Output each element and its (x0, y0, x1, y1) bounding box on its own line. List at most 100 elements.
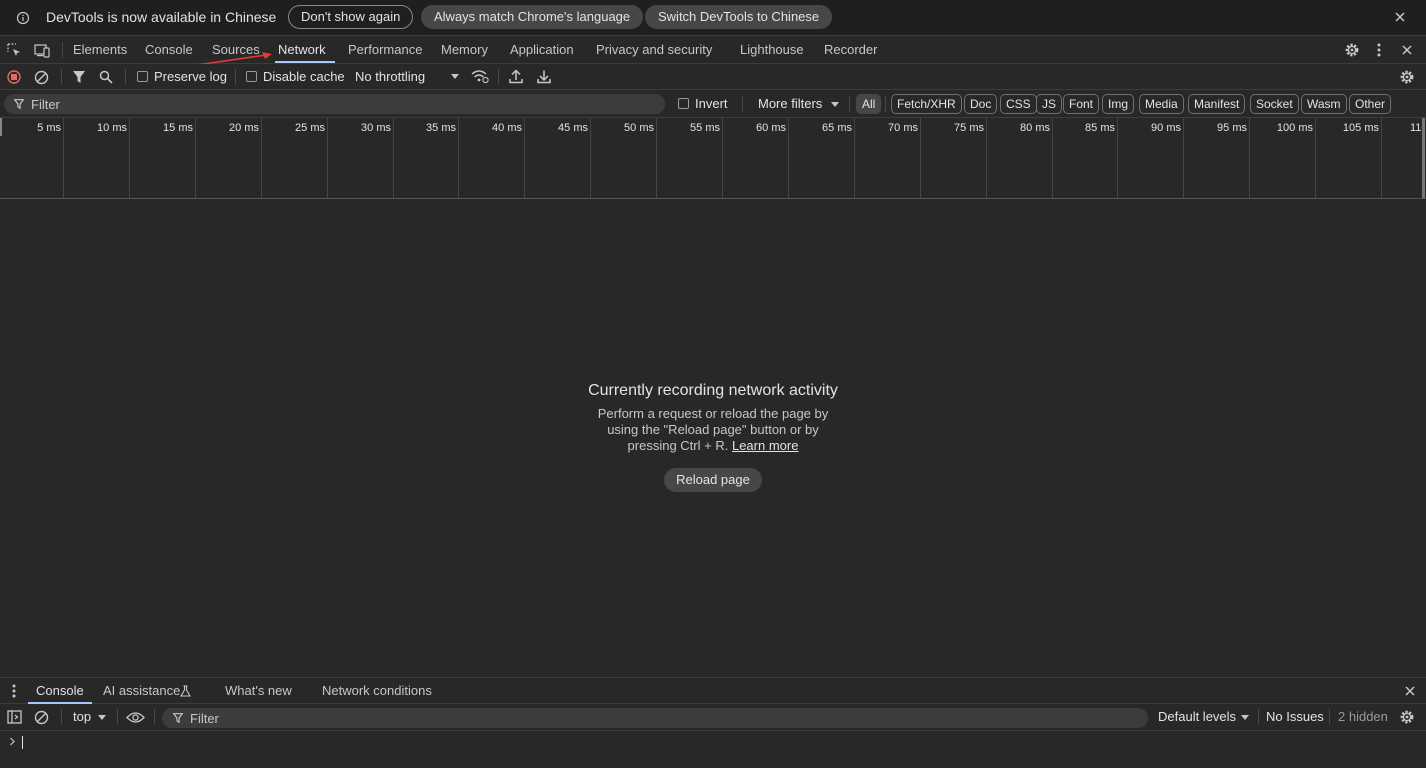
more-options-icon[interactable] (1376, 43, 1382, 57)
timeline-gridline (1183, 118, 1184, 198)
settings-gear-icon[interactable] (1344, 42, 1360, 58)
type-filter-socket[interactable]: Socket (1250, 94, 1299, 114)
separator (849, 96, 850, 112)
inspect-element-icon[interactable] (7, 43, 22, 58)
tab-memory[interactable]: Memory (441, 37, 488, 63)
more-filters-dropdown[interactable]: More filters (758, 91, 822, 117)
console-filter-input[interactable]: Filter (162, 708, 1148, 728)
type-filter-doc[interactable]: Doc (964, 94, 998, 114)
empty-state: Currently recording network activity Per… (0, 382, 1426, 492)
timeline-tick-label: 105 ms (1342, 122, 1379, 134)
disable-cache-checkbox[interactable] (246, 71, 257, 82)
close-devtools-icon[interactable] (1401, 44, 1413, 56)
chevron-down-icon[interactable] (831, 102, 839, 107)
tab-application[interactable]: Application (510, 37, 574, 63)
clear-console-icon[interactable] (34, 710, 49, 725)
chevron-down-icon[interactable] (451, 74, 459, 79)
info-icon (16, 11, 30, 25)
drawer-more-icon[interactable] (11, 684, 17, 698)
device-toolbar-icon[interactable] (34, 43, 51, 58)
separator (498, 69, 499, 85)
tab-elements[interactable]: Elements (73, 37, 127, 63)
preserve-log-checkbox[interactable] (137, 71, 148, 82)
type-filter-fetch-xhr[interactable]: Fetch/XHR (891, 94, 962, 114)
timeline-gridline (656, 118, 657, 198)
disable-cache-label[interactable]: Disable cache (263, 64, 345, 90)
tab-network[interactable]: Network (275, 37, 335, 63)
type-filter-wasm[interactable]: Wasm (1301, 94, 1347, 114)
search-icon[interactable] (99, 70, 113, 84)
type-filter-all[interactable]: All (856, 94, 882, 114)
learn-more-link[interactable]: Learn more (732, 438, 798, 453)
network-filter-input[interactable]: Filter (4, 94, 665, 114)
reload-page-button[interactable]: Reload page (664, 468, 762, 492)
filter-funnel-icon[interactable] (72, 70, 86, 84)
timeline-tick-label: 110 ms (1410, 122, 1422, 134)
network-conditions-wifi-icon[interactable] (471, 69, 489, 84)
timeline-right-handle[interactable] (1422, 118, 1425, 198)
drawer-tab-ai-assistance[interactable]: AI assistance (103, 678, 180, 704)
timeline-gridline (1052, 118, 1053, 198)
log-levels-dropdown[interactable]: Default levels (1158, 704, 1236, 730)
timeline-gridline (986, 118, 987, 198)
chevron-down-icon[interactable] (98, 715, 106, 720)
timeline-tick-label: 65 ms (822, 122, 852, 134)
close-drawer-icon[interactable] (1404, 685, 1416, 697)
stop-recording-icon[interactable] (7, 70, 21, 84)
throttling-select[interactable]: No throttling (355, 64, 425, 90)
timeline-tick-label: 20 ms (229, 122, 259, 134)
timeline-gridline (854, 118, 855, 198)
console-settings-gear-icon[interactable] (1399, 709, 1415, 725)
console-prompt[interactable] (0, 731, 1426, 768)
timeline-gridline (1249, 118, 1250, 198)
drawer-tab-whats-new[interactable]: What's new (225, 678, 292, 704)
close-icon[interactable] (1394, 11, 1406, 23)
timeline-tick-label: 35 ms (426, 122, 456, 134)
invert-label[interactable]: Invert (695, 91, 728, 117)
type-filter-img[interactable]: Img (1102, 94, 1135, 114)
timeline-gridline (590, 118, 591, 198)
eye-icon[interactable] (126, 711, 145, 724)
type-filter-other[interactable]: Other (1349, 94, 1392, 114)
timeline-gridline (920, 118, 921, 198)
separator (154, 709, 155, 725)
context-selector[interactable]: top (73, 704, 91, 730)
drawer-tab-bar: Console AI assistance What's new Network… (0, 677, 1426, 704)
preserve-log-label[interactable]: Preserve log (154, 64, 227, 90)
drawer-tab-console[interactable]: Console (28, 678, 92, 704)
chevron-down-icon[interactable] (1241, 715, 1249, 720)
always-match-language-button[interactable]: Always match Chrome's language (421, 5, 644, 29)
issues-counter[interactable]: No Issues (1266, 704, 1324, 730)
invert-checkbox[interactable] (678, 98, 689, 109)
export-har-download-icon[interactable] (537, 69, 551, 84)
timeline-gridline (1381, 118, 1382, 198)
network-settings-gear-icon[interactable] (1399, 69, 1415, 85)
timeline-gridline (1315, 118, 1316, 198)
tab-recorder[interactable]: Recorder (824, 37, 877, 63)
dont-show-again-button[interactable]: Don't show again (288, 5, 414, 29)
timeline-gridline (1117, 118, 1118, 198)
network-overview-timeline[interactable]: 5 ms 10 ms 15 ms 20 ms 25 ms 30 ms 35 ms 40 ms 4… (0, 118, 1426, 199)
tab-lighthouse[interactable]: Lighthouse (740, 37, 804, 63)
type-filter-manifest[interactable]: Manifest (1188, 94, 1246, 114)
clear-icon[interactable] (34, 70, 49, 85)
timeline-tick-label: 30 ms (361, 122, 391, 134)
filter-funnel-icon (173, 713, 183, 723)
timeline-tick-label: 45 ms (558, 122, 588, 134)
switch-to-chinese-button[interactable]: Switch DevTools to Chinese (645, 5, 833, 29)
tab-privacy-and-security[interactable]: Privacy and security (596, 37, 712, 63)
empty-state-line-1: Perform a request or reload the page by (597, 406, 829, 421)
separator (742, 96, 743, 112)
tab-performance[interactable]: Performance (348, 37, 422, 63)
timeline-gridline (524, 118, 525, 198)
drawer-tab-network-conditions[interactable]: Network conditions (322, 678, 432, 704)
show-sidebar-icon[interactable] (7, 710, 22, 724)
type-filter-js[interactable]: JS (1036, 94, 1063, 114)
type-filter-media[interactable]: Media (1139, 94, 1184, 114)
separator (62, 42, 63, 58)
timeline-tick-label: 70 ms (888, 122, 918, 134)
type-filter-font[interactable]: Font (1063, 94, 1100, 114)
type-filter-css[interactable]: CSS (1000, 94, 1037, 114)
import-har-upload-icon[interactable] (509, 69, 523, 84)
language-infobar: DevTools is now available in Chinese Don… (0, 0, 1426, 36)
